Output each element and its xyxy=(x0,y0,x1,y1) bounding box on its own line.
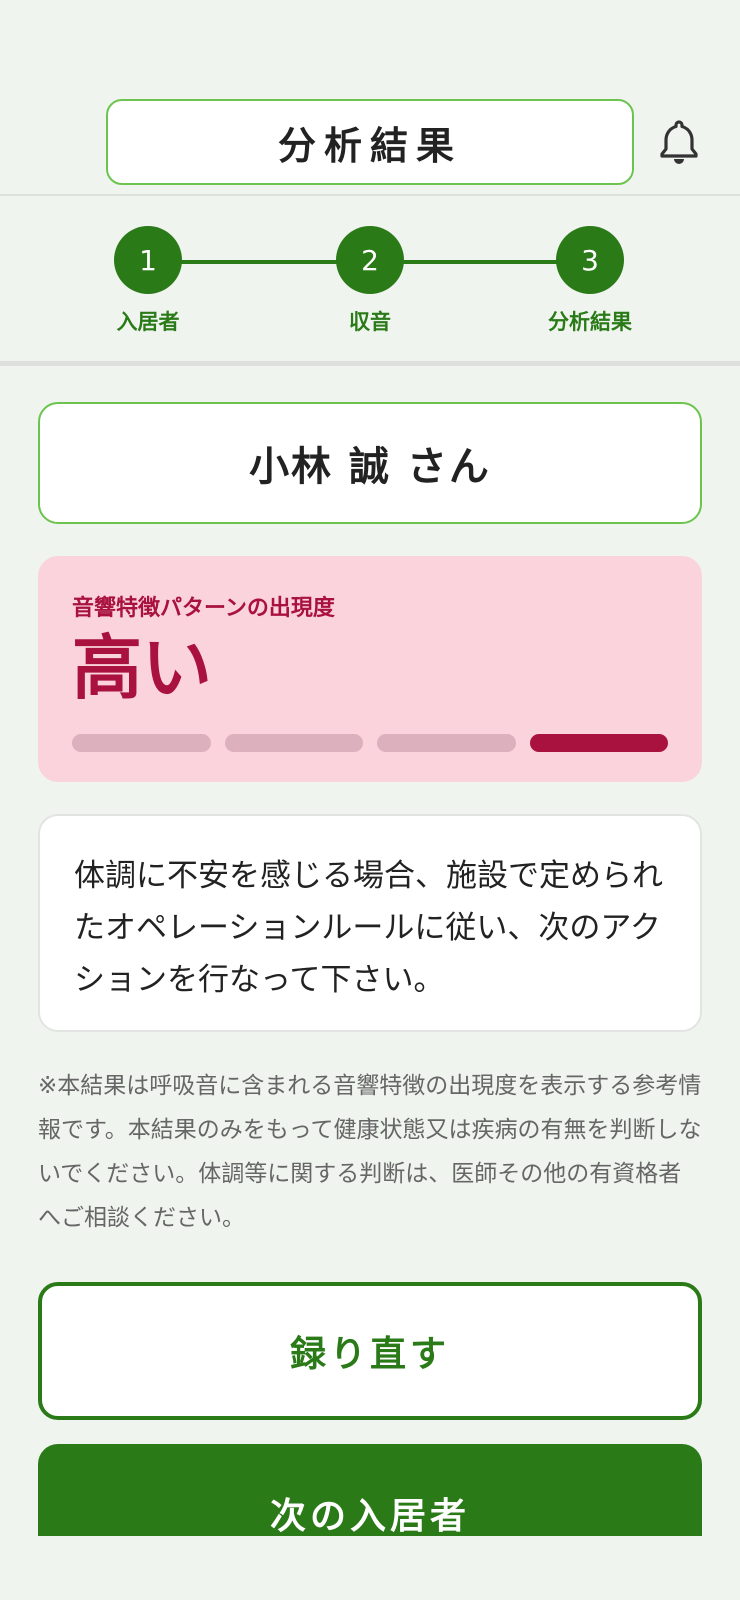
next-resident-button[interactable]: 次の入居者 xyxy=(38,1444,702,1536)
step-3: 3 分析結果 xyxy=(520,226,660,336)
step-label: 入居者 xyxy=(116,310,180,334)
step-number: 3 xyxy=(556,226,624,294)
level-indicator xyxy=(72,734,668,752)
step-label: 収音 xyxy=(349,310,391,334)
step-1: 1 入居者 xyxy=(78,226,218,336)
rerecord-button[interactable]: 録り直す xyxy=(38,1282,702,1420)
step-number: 2 xyxy=(336,226,404,294)
result-card: 音響特徴パターンの出現度 高い xyxy=(38,556,702,782)
result-label: 音響特徴パターンの出現度 xyxy=(72,596,335,621)
next-resident-button-wrap: 次の入居者 xyxy=(38,1444,702,1536)
step-2: 2 収音 xyxy=(300,226,440,336)
level-segment xyxy=(377,734,516,752)
bell-icon[interactable] xyxy=(654,116,704,166)
header: 分析結果 xyxy=(0,0,740,196)
resident-name: 小林 誠 さん xyxy=(38,402,702,524)
step-number: 1 xyxy=(114,226,182,294)
step-label: 分析結果 xyxy=(548,310,632,334)
guidance-message: 体調に不安を感じる場合、施設で定められたオペレーションルールに従い、次のアクショ… xyxy=(38,814,702,1032)
level-segment xyxy=(529,734,668,752)
disclaimer-text: ※本結果は呼吸音に含まれる音響特徴の出現度を表示する参考情報です。本結果のみをも… xyxy=(38,1073,702,1231)
page-title: 分析結果 xyxy=(106,99,634,185)
result-value: 高い xyxy=(72,627,212,709)
level-segment xyxy=(72,734,211,752)
progress-stepper: 1 入居者 2 収音 3 分析結果 xyxy=(0,196,740,366)
level-segment xyxy=(224,734,363,752)
